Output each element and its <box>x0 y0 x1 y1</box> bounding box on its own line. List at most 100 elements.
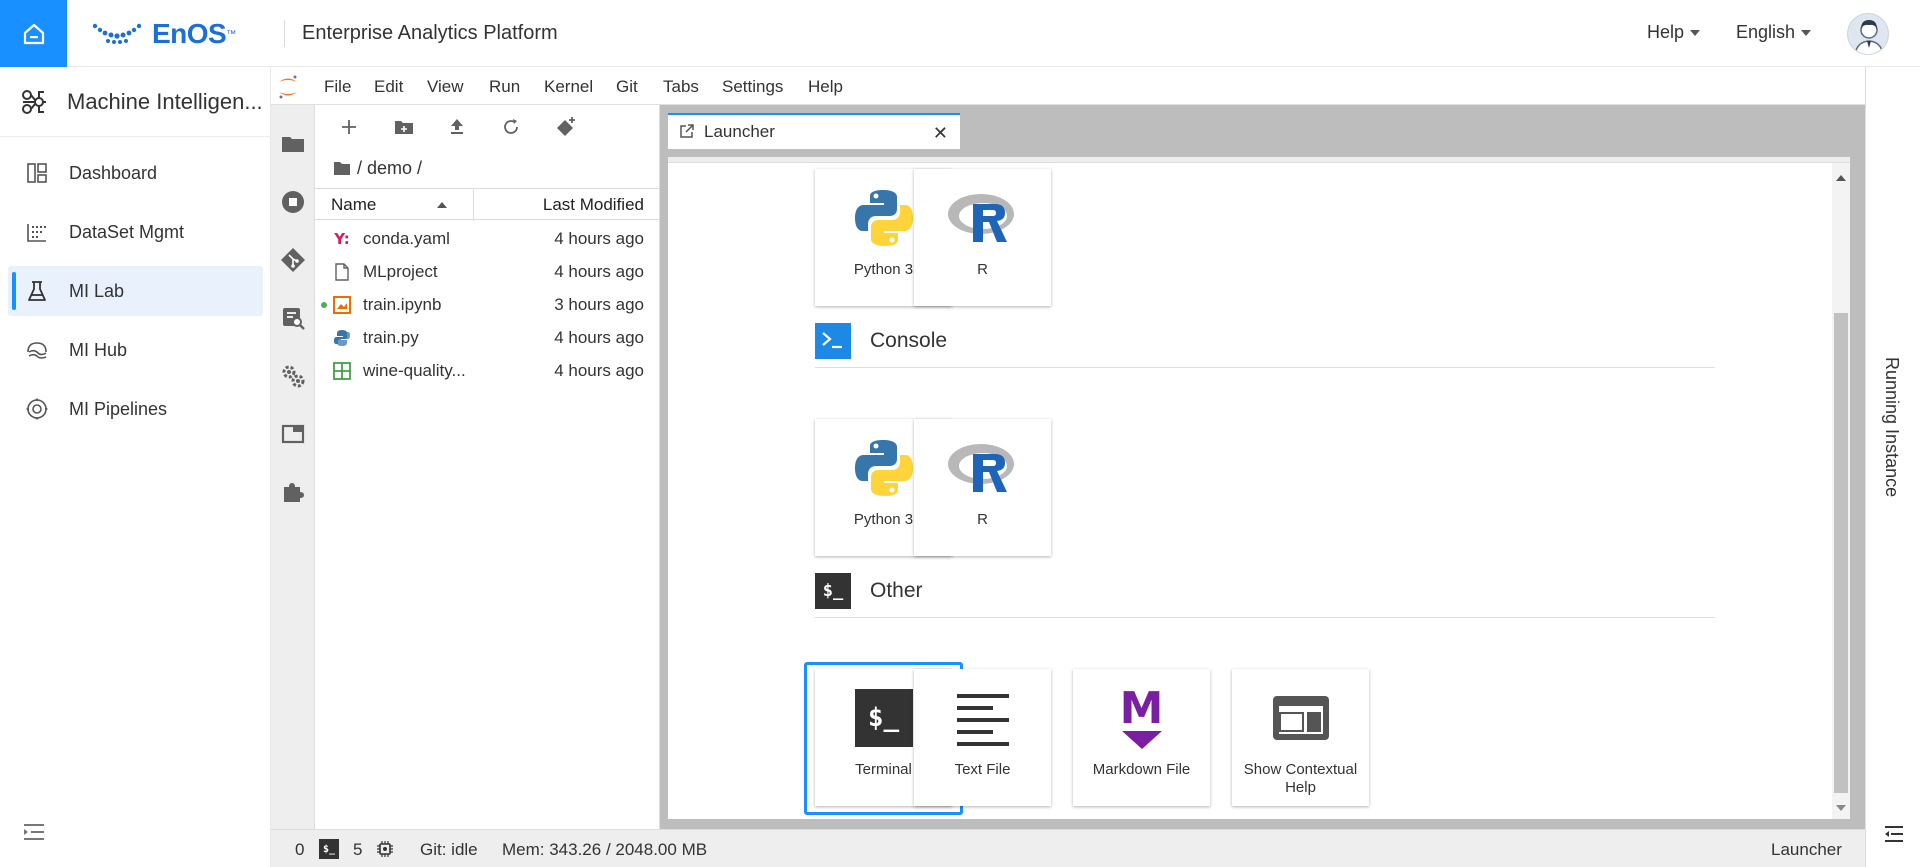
enos-logo[interactable]: EnOS ™ <box>92 14 236 54</box>
user-avatar[interactable] <box>1847 13 1889 55</box>
menu-tabs[interactable]: Tabs <box>663 77 699 97</box>
sidebar-item-dashboard[interactable]: Dashboard <box>8 148 263 198</box>
extension-manager-tab[interactable] <box>278 477 308 507</box>
tab-bar: Launcher ✕ <box>660 105 1865 149</box>
app-title: Machine Intelligen... <box>67 89 263 114</box>
git-tab[interactable] <box>278 245 308 275</box>
upload-icon <box>451 119 463 134</box>
launcher-card-text-file[interactable]: Text File <box>914 669 1051 806</box>
spreadsheet-icon <box>333 362 351 380</box>
open-tabs-tab[interactable] <box>278 419 308 449</box>
refresh-button[interactable] <box>499 115 523 139</box>
top-header: EnOS ™ Enterprise Analytics Platform Help… <box>0 0 1920 67</box>
logo-text: EnOS <box>152 18 227 49</box>
brain-icon <box>22 90 46 114</box>
menu-edit[interactable]: Edit <box>374 77 403 97</box>
new-launcher-button[interactable] <box>337 115 361 139</box>
collapse-sidebar-icon[interactable] <box>22 822 46 842</box>
file-row-train-ipynb[interactable]: train.ipynb 3 hours ago <box>315 288 660 321</box>
launcher-panel: Python 3 R Console Python 3 R $_ Other $… <box>668 157 1850 819</box>
column-divider <box>473 189 474 221</box>
right-side-panel: Running Instance <box>1865 67 1920 867</box>
user-icon <box>1854 20 1884 54</box>
kernel-count[interactable]: 5 <box>353 840 362 860</box>
settings-tab[interactable] <box>278 361 308 391</box>
current-activity: Launcher <box>1771 840 1842 859</box>
scroll-up-icon[interactable] <box>1836 175 1846 181</box>
language-selector[interactable]: English <box>1736 22 1812 43</box>
breadcrumb-path: / demo / <box>357 158 423 178</box>
git-clone-button[interactable] <box>555 115 579 139</box>
file-row-conda-yaml[interactable]: Y: conda.yaml 4 hours ago <box>315 222 660 255</box>
sidebar-item-mi-pipelines[interactable]: MI Pipelines <box>8 384 263 434</box>
scrollbar-thumb[interactable] <box>1834 313 1848 793</box>
git-icon <box>281 248 305 272</box>
sidebar-item-mi-hub[interactable]: MI Hub <box>8 325 263 375</box>
tab-label: Launcher <box>704 122 775 141</box>
sidebar-item-dataset-mgmt[interactable]: DataSet Mgmt <box>8 207 263 257</box>
column-header-last-modified[interactable]: Last Modified <box>543 195 644 215</box>
launcher-card-contextual-help[interactable]: Show Contextual Help <box>1232 669 1369 806</box>
upload-button[interactable] <box>445 115 469 139</box>
launcher-scrollbar[interactable] <box>1832 163 1850 819</box>
launcher-card-notebook-r[interactable]: R <box>914 169 1051 306</box>
sidebar-item-label: MI Lab <box>69 280 125 301</box>
text-file-icon <box>914 683 1051 753</box>
file-row-mlproject[interactable]: MLproject 4 hours ago <box>315 255 660 288</box>
file-modified: 4 hours ago <box>554 262 644 281</box>
puzzle-icon <box>284 483 304 502</box>
pipelines-icon <box>26 398 48 420</box>
menu-run[interactable]: Run <box>489 77 520 97</box>
file-browser-tab[interactable] <box>278 129 308 159</box>
running-instance-tab[interactable]: Running Instance <box>1881 357 1902 497</box>
enos-logo-dots-icon <box>92 23 142 44</box>
launcher-card-console-r[interactable]: R <box>914 419 1051 556</box>
breadcrumb[interactable]: / demo / <box>333 158 422 179</box>
close-icon[interactable]: ✕ <box>933 123 948 144</box>
help-menu[interactable]: Help <box>1647 22 1701 43</box>
home-button[interactable] <box>0 0 67 67</box>
main-dock-area: Launcher ✕ Python 3 R Console Python 3 R… <box>660 105 1865 829</box>
git-status[interactable]: Git: idle <box>420 840 478 860</box>
menu-view[interactable]: View <box>427 77 464 97</box>
sidebar-item-mi-lab[interactable]: MI Lab <box>8 266 263 316</box>
markdown-down-arrow-icon <box>1121 731 1162 749</box>
tab-launcher[interactable]: Launcher ✕ <box>668 113 960 149</box>
file-icon <box>333 263 351 281</box>
markdown-icon-letter: M <box>1119 683 1164 734</box>
header-divider <box>284 20 285 47</box>
git-clone-icon <box>557 117 575 136</box>
terminal-icon-box: $_ <box>854 689 913 747</box>
terminal-count[interactable]: 0 <box>295 840 304 860</box>
folder-icon <box>282 137 304 152</box>
file-browser-toolbar <box>315 105 660 147</box>
hub-icon <box>27 342 47 359</box>
column-header-name[interactable]: Name <box>331 195 376 215</box>
r-logo-icon <box>914 433 1051 503</box>
launcher-card-markdown-file[interactable]: M Markdown File <box>1073 669 1210 806</box>
file-modified: 4 hours ago <box>554 328 644 347</box>
menu-kernel[interactable]: Kernel <box>544 77 593 97</box>
jupyter-logo-icon <box>279 75 297 99</box>
new-folder-button[interactable] <box>392 115 416 139</box>
menu-help[interactable]: Help <box>808 77 843 97</box>
file-row-wine-quality[interactable]: wine-quality... 4 hours ago <box>315 354 660 387</box>
python-file-icon <box>333 329 351 347</box>
app-title-row: Machine Intelligen... <box>0 67 271 137</box>
scroll-down-icon[interactable] <box>1836 805 1846 811</box>
folder-icon <box>334 162 350 175</box>
menu-file[interactable]: File <box>324 77 351 97</box>
menu-git[interactable]: Git <box>616 77 638 97</box>
file-row-train-py[interactable]: train.py 4 hours ago <box>315 321 660 354</box>
launch-icon <box>680 124 694 138</box>
tabs-icon <box>281 424 305 444</box>
logo-trademark: ™ <box>226 28 237 40</box>
expand-panel-icon[interactable] <box>1883 824 1905 844</box>
file-name: MLproject <box>363 262 438 281</box>
property-inspector-tab[interactable] <box>278 303 308 333</box>
r-logo-icon <box>914 183 1051 253</box>
menu-settings[interactable]: Settings <box>722 77 783 97</box>
running-sessions-tab[interactable] <box>278 187 308 217</box>
section-label: Other <box>870 579 923 602</box>
console-icon <box>815 323 851 359</box>
